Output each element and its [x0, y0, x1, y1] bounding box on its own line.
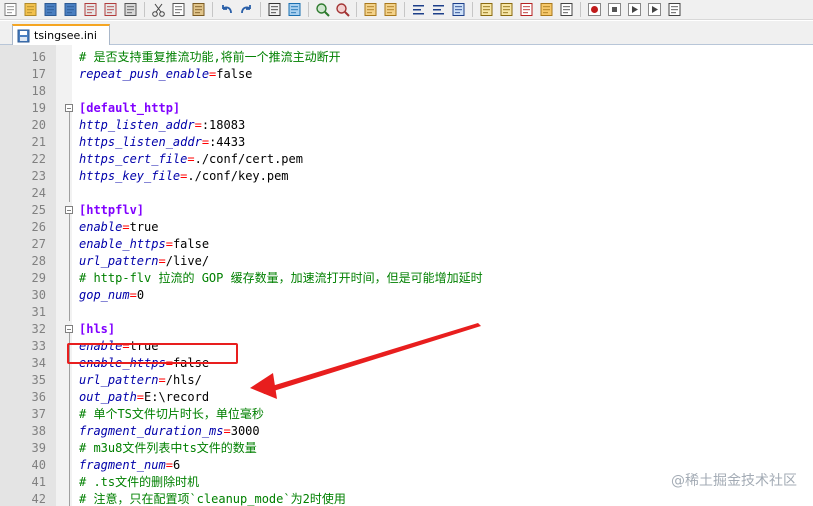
watermark: @稀土掘金技术社区: [671, 473, 797, 489]
annotation-arrow: [250, 323, 481, 399]
